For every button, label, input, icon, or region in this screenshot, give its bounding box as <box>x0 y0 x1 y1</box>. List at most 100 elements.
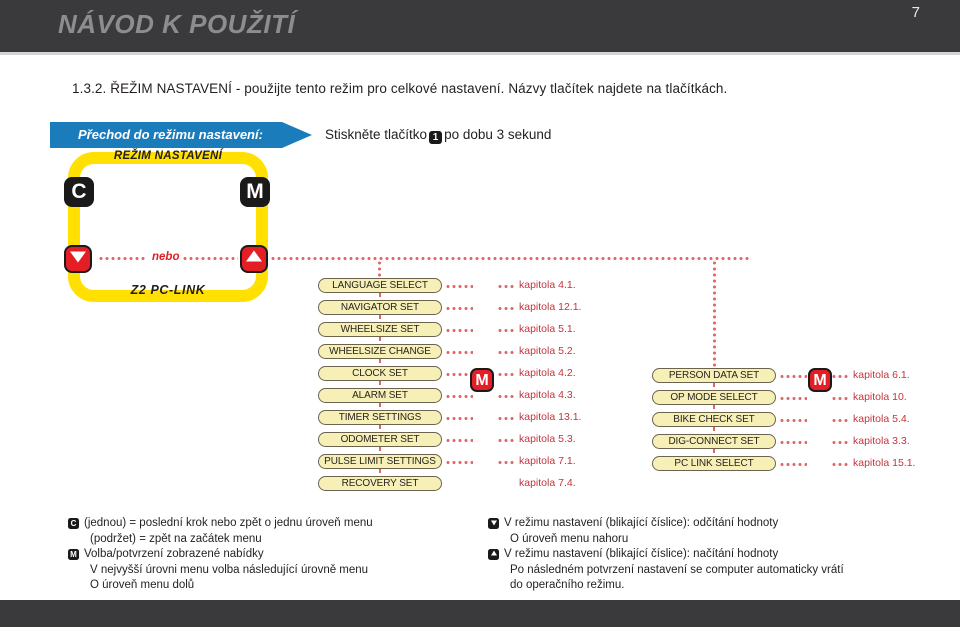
row-link-tick <box>379 425 381 429</box>
menu-item-pill[interactable]: WHEELSIZE CHANGE <box>318 344 442 359</box>
chapter-label: kapitola 3.3. <box>853 435 910 447</box>
setting-mode-loop-diagram: REŽIM NASTAVENÍ Z2 PC-LINK C M nebo <box>64 150 270 302</box>
chapter-label: kapitola 12.1. <box>519 301 582 313</box>
chapter-label: kapitola 6.1. <box>853 369 910 381</box>
chapter-label: kapitola 4.1. <box>519 279 576 291</box>
menu-item-pill[interactable]: OP MODE SELECT <box>652 390 776 405</box>
legend-text: do operačního režimu. <box>510 579 625 591</box>
chapter-label: kapitola 5.4. <box>853 413 910 425</box>
legend-line: Po následném potvrzení nastavení se comp… <box>488 563 928 579</box>
legend-line: V režimu nastavení (blikající číslice): … <box>488 516 928 532</box>
legend-column-right: V režimu nastavení (blikající číslice): … <box>488 516 928 594</box>
dotted-connector <box>779 441 807 444</box>
dotted-connector <box>831 397 849 400</box>
legend-text: V režimu nastavení (blikající číslice): … <box>504 548 779 560</box>
banner-label: Přechod do režimu nastavení: <box>78 127 263 142</box>
arrow-up-key-icon <box>240 245 268 273</box>
c-key-icon: C <box>68 518 79 529</box>
menu-item-pill[interactable]: ODOMETER SET <box>318 432 442 447</box>
m-key-icon: M <box>470 368 494 392</box>
chapter-label: kapitola 5.3. <box>519 433 576 445</box>
legend-column-left: C (jednou) = poslední krok nebo zpět o je… <box>68 516 488 594</box>
section-intro-text: 1.3.2. ŘEŽIM NASTAVENÍ - použijte tento … <box>72 81 728 96</box>
row-link-tick <box>379 315 381 319</box>
dotted-connector <box>445 395 473 398</box>
dotted-connector <box>497 417 515 420</box>
legend-text: O úroveň menu dolů <box>90 579 195 591</box>
dotted-rail-drop-left <box>378 260 381 278</box>
dotted-connector <box>831 441 849 444</box>
row-link-tick <box>379 403 381 407</box>
menu-item-pill[interactable]: LANGUAGE SELECT <box>318 278 442 293</box>
chapter-label: kapitola 5.2. <box>519 345 576 357</box>
menu-item-pill[interactable]: DIG-CONNECT SET <box>652 434 776 449</box>
arrow-down-key-icon <box>488 518 499 529</box>
m-key-icon: M <box>240 177 270 207</box>
menu-item-pill[interactable]: PULSE LIMIT SETTINGS <box>318 454 442 469</box>
instruction-text-before: Stiskněte tlačítko <box>325 127 428 142</box>
dotted-connector <box>445 461 473 464</box>
menu-item-pill[interactable]: PC LINK SELECT <box>652 456 776 471</box>
dotted-connector <box>497 329 515 332</box>
chapter-label: kapitola 7.1. <box>519 455 576 467</box>
legend-line: V nejvyšší úrovni menu volba následující… <box>68 563 488 579</box>
menu-item-pill[interactable]: CLOCK SET <box>318 366 442 381</box>
dotted-connector <box>831 419 849 422</box>
menu-item-pill[interactable]: RECOVERY SET <box>318 476 442 491</box>
chapter-label: kapitola 7.4. <box>519 477 576 489</box>
triangle-up-glyph <box>490 550 497 555</box>
triangle-down-glyph <box>490 520 497 525</box>
menu-item-pill[interactable]: BIKE CHECK SET <box>652 412 776 427</box>
dotted-connector <box>445 351 473 354</box>
dotted-connector <box>497 395 515 398</box>
dotted-connector <box>445 285 473 288</box>
menu-item-pill[interactable]: WHEELSIZE SET <box>318 322 442 337</box>
dotted-connector <box>497 373 515 376</box>
c-key-icon: C <box>64 177 94 207</box>
legend-line: O úroveň menu dolů <box>68 578 488 594</box>
page-footer-bar <box>0 600 960 627</box>
chapter-label: kapitola 10. <box>853 391 907 403</box>
legend-line: V režimu nastavení (blikající číslice): … <box>488 547 928 563</box>
legend-text: V režimu nastavení (blikající číslice): … <box>504 517 779 529</box>
triangle-down-glyph <box>70 251 86 263</box>
m-key-icon: M <box>68 549 79 560</box>
entry-instruction-row: Přechod do režimu nastavení: Stiskněte t… <box>0 122 960 150</box>
legend-text: (podržet) = zpět na začátek menu <box>90 532 262 545</box>
dotted-connector <box>497 461 515 464</box>
row-link-tick <box>379 469 381 473</box>
m-key-icon: M <box>808 368 832 392</box>
legend-line: M Volba/potvrzení zobrazené nabídky <box>68 547 488 563</box>
legend-text: Volba/potvrzení zobrazené nabídky <box>84 548 264 560</box>
chapter-label: kapitola 4.2. <box>519 367 576 379</box>
menu-item-pill[interactable]: NAVIGATOR SET <box>318 300 442 315</box>
loop-ring-shape <box>68 152 268 302</box>
dotted-connector <box>445 307 473 310</box>
page-number: 7 <box>911 4 920 21</box>
dotted-connector <box>445 329 473 332</box>
chapter-label: kapitola 4.3. <box>519 389 576 401</box>
row-link-tick <box>379 381 381 385</box>
legend-text: V nejvyšší úrovni menu volba následující… <box>90 563 369 576</box>
legend-line: (podržet) = zpět na začátek menu <box>68 532 488 548</box>
dotted-rail-drop-right <box>713 260 716 368</box>
menu-item-pill[interactable]: PERSON DATA SET <box>652 368 776 383</box>
chapter-label: kapitola 15.1. <box>853 457 916 469</box>
dotted-connector <box>779 375 807 378</box>
row-link-tick <box>379 337 381 341</box>
triangle-up-glyph <box>246 250 262 262</box>
row-link-tick <box>379 447 381 451</box>
row-link-tick <box>713 383 715 387</box>
dotted-connector <box>779 463 807 466</box>
chapter-label: kapitola 5.1. <box>519 323 576 335</box>
dotted-connector <box>831 375 849 378</box>
legend-text: O úroveň menu nahoru <box>510 532 629 545</box>
instruction-text-after: po dobu 3 sekund <box>444 127 552 142</box>
page-title: NÁVOD K POUŽITÍ <box>58 9 296 39</box>
loop-title: REŽIM NASTAVENÍ <box>113 150 223 162</box>
menu-item-pill[interactable]: TIMER SETTINGS <box>318 410 442 425</box>
arrow-up-key-icon <box>488 549 499 560</box>
menu-item-pill[interactable]: ALARM SET <box>318 388 442 403</box>
arrow-down-key-icon <box>64 245 92 273</box>
dotted-connector <box>831 463 849 466</box>
